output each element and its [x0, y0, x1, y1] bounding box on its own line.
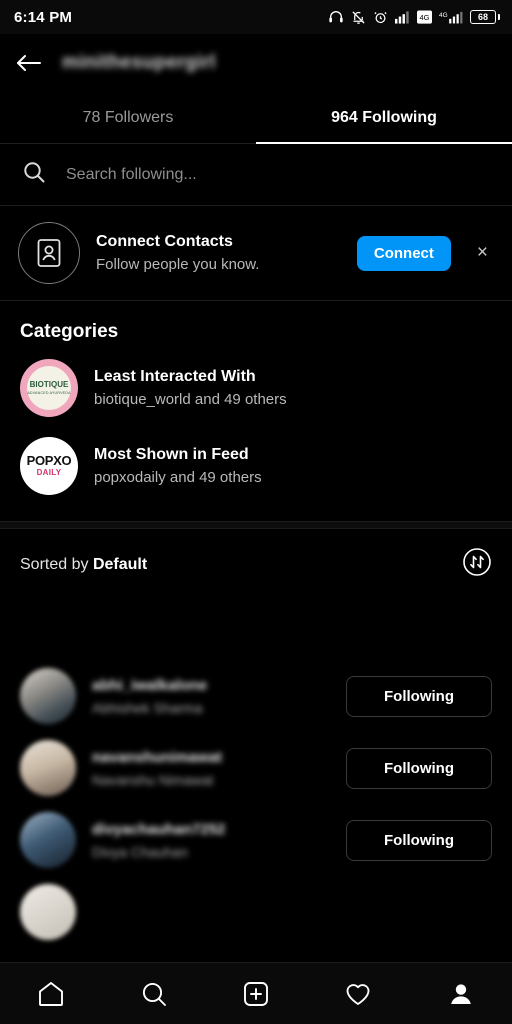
- search-bar[interactable]: Search following...: [0, 144, 512, 206]
- avatar: BIOTIQUE ADVANCED AYURVEDA: [20, 359, 78, 417]
- search-icon[interactable]: [128, 972, 180, 1016]
- category-title: Most Shown in Feed: [94, 446, 249, 463]
- user-text: divyachauhan7252 Divya Chauhan: [92, 821, 330, 860]
- following-button[interactable]: Following: [346, 675, 492, 717]
- following-list: abhi_iwalkalone Abhishek Sharma Followin…: [0, 660, 512, 962]
- svg-text:4G: 4G: [439, 12, 448, 19]
- avatar[interactable]: [20, 812, 76, 868]
- avatar-sublabel: ADVANCED AYURVEDA: [27, 391, 71, 396]
- status-icon-group: 4G 4G 68: [328, 9, 500, 25]
- tab-following[interactable]: 964 Following: [256, 92, 512, 144]
- avatar-label: POPXO: [26, 453, 72, 469]
- back-button[interactable]: [14, 48, 44, 78]
- user-text: navanshunimawat Navanshu Nimawat: [92, 749, 330, 788]
- search-input[interactable]: Search following...: [66, 166, 197, 184]
- connect-contacts-text: Connect Contacts Follow people you know.: [96, 233, 341, 273]
- sim-icon: 4G: [417, 10, 432, 24]
- user-username: navanshunimawat: [92, 748, 223, 766]
- user-username: divyachauhan7252: [92, 820, 226, 838]
- sort-arrows-icon[interactable]: [462, 547, 492, 582]
- user-text: abhi_iwalkalone Abhishek Sharma: [92, 677, 330, 716]
- category-subtitle: popxodaily and 49 others: [94, 469, 262, 486]
- home-icon[interactable]: [25, 972, 77, 1016]
- svg-text:4G: 4G: [419, 13, 429, 22]
- avatar: POPXO DAILY: [20, 437, 78, 495]
- list-item[interactable]: navanshunimawat Navanshu Nimawat Followi…: [0, 732, 512, 804]
- avatar[interactable]: [20, 884, 76, 940]
- signal-4g-icon: 4G: [439, 10, 463, 24]
- list-item[interactable]: [0, 876, 512, 948]
- following-button[interactable]: Following: [346, 747, 492, 789]
- page-header: minithesupergirl: [0, 34, 512, 92]
- sort-value: Default: [92, 555, 148, 573]
- header-username: minithesupergirl: [62, 52, 216, 73]
- heart-icon[interactable]: [332, 972, 384, 1016]
- tab-followers[interactable]: 78 Followers: [0, 92, 256, 143]
- category-text: Least Interacted With biotique_world and…: [94, 368, 287, 408]
- connect-contacts-subtitle: Follow people you know.: [96, 256, 260, 273]
- category-subtitle: biotique_world and 49 others: [94, 391, 287, 408]
- sort-prefix: Sorted by: [20, 555, 89, 573]
- profile-icon[interactable]: [435, 972, 487, 1016]
- avatar[interactable]: [20, 668, 76, 724]
- user-fullname: Abhishek Sharma: [92, 699, 203, 716]
- signal-icon: [395, 10, 410, 24]
- category-title: Least Interacted With: [94, 368, 256, 385]
- followers-following-tabs: 78 Followers 964 Following: [0, 92, 512, 144]
- avatar-sublabel: DAILY: [36, 467, 62, 477]
- avatar-label: BIOTIQUE: [29, 379, 69, 389]
- category-text: Most Shown in Feed popxodaily and 49 oth…: [94, 446, 262, 486]
- category-row-least-interacted[interactable]: BIOTIQUE ADVANCED AYURVEDA Least Interac…: [0, 349, 512, 427]
- list-item[interactable]: abhi_iwalkalone Abhishek Sharma Followin…: [0, 660, 512, 732]
- sort-label: Sorted by Default: [20, 556, 147, 574]
- plus-square-icon[interactable]: [230, 972, 282, 1016]
- search-icon: [22, 160, 46, 189]
- user-fullname: Divya Chauhan: [92, 843, 188, 860]
- categories-section-header: Categories: [0, 301, 512, 349]
- user-username: abhi_iwalkalone: [92, 676, 208, 694]
- headphone-icon: [328, 9, 344, 25]
- list-item[interactable]: divyachauhan7252 Divya Chauhan Following: [0, 804, 512, 876]
- bottom-navigation-bar: [0, 962, 512, 1024]
- alarm-icon: [373, 10, 388, 25]
- battery-percent: 68: [477, 11, 488, 22]
- contact-card-icon: [18, 222, 80, 284]
- user-fullname: Navanshu Nimawat: [92, 771, 214, 788]
- avatar[interactable]: [20, 740, 76, 796]
- battery-icon: 68: [470, 10, 500, 24]
- connect-contacts-title: Connect Contacts: [96, 233, 233, 250]
- status-clock: 6:14 PM: [14, 8, 73, 26]
- status-bar: 6:14 PM 4G 4G 68: [0, 0, 512, 34]
- instagram-following-screen: 6:14 PM 4G 4G 68 minithesupergirl 78 Fol…: [0, 0, 512, 1024]
- user-text: [92, 909, 492, 915]
- categories-title: Categories: [20, 321, 119, 342]
- bell-off-icon: [351, 10, 366, 25]
- following-button[interactable]: Following: [346, 819, 492, 861]
- category-row-most-shown[interactable]: POPXO DAILY Most Shown in Feed popxodail…: [0, 427, 512, 505]
- section-divider: [0, 521, 512, 529]
- connect-button[interactable]: Connect: [356, 235, 451, 271]
- connect-contacts-card: Connect Contacts Follow people you know.…: [0, 206, 512, 301]
- close-icon[interactable]: ×: [467, 242, 494, 264]
- sort-row[interactable]: Sorted by Default: [0, 529, 512, 596]
